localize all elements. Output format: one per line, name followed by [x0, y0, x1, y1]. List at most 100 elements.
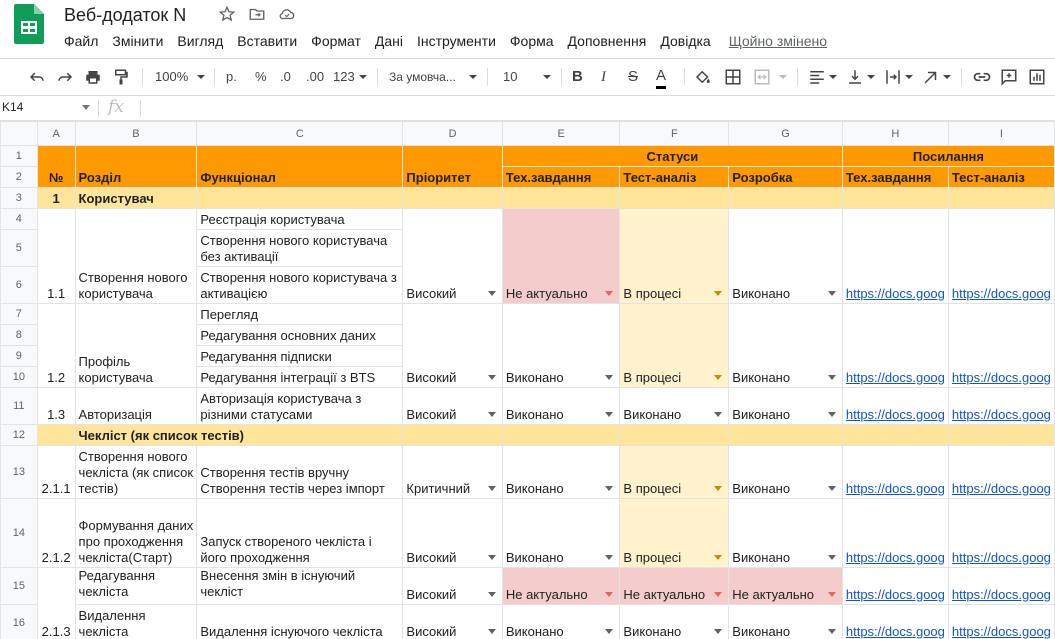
row-header[interactable]: 7 [0, 303, 38, 325]
test-status-dropdown[interactable]: В процесі [619, 303, 730, 388]
cell-section-header[interactable]: Розділ [74, 145, 198, 188]
redo-icon[interactable] [56, 67, 74, 87]
cell-number[interactable]: 2.1.2 [36, 498, 76, 568]
priority-dropdown[interactable]: Критичний [402, 445, 503, 499]
test-status-dropdown[interactable]: В процесі [619, 498, 730, 568]
cell-link-tech-header[interactable]: Тех.завдання [841, 166, 949, 188]
merge-cells-icon[interactable] [753, 67, 771, 87]
chevron-down-icon[interactable] [196, 67, 206, 87]
menu-file[interactable]: Файл [64, 33, 98, 49]
menu-insert[interactable]: Вставити [237, 33, 297, 49]
cell-functional-header[interactable]: Функціонал [196, 145, 404, 188]
row-header[interactable]: 15 [0, 567, 38, 605]
link-test[interactable]: https://docs.goog [947, 567, 1055, 605]
menu-data[interactable]: Дані [375, 33, 403, 49]
row-header[interactable]: 16 [0, 604, 38, 639]
column-header-g[interactable]: G [728, 121, 843, 146]
column-header-c[interactable]: C [196, 121, 404, 146]
cell-functional[interactable]: Реєстрація користувача [196, 208, 404, 230]
cell-number[interactable]: 1 [36, 187, 76, 209]
align-left-icon[interactable] [808, 67, 826, 87]
menu-form[interactable]: Форма [510, 33, 554, 49]
cell-functional[interactable]: Запуск створеного чекліста і його проход… [196, 498, 404, 568]
dev-status-dropdown[interactable]: Виконано [728, 303, 843, 388]
cell-dev-header[interactable]: Розробка [728, 166, 843, 188]
dev-status-dropdown[interactable]: Не актуально [728, 567, 843, 605]
insert-chart-icon[interactable] [1028, 67, 1046, 87]
cell-functional[interactable]: Створення нового користувача без активац… [196, 229, 404, 267]
test-status-dropdown[interactable]: Виконано [619, 604, 730, 639]
priority-dropdown[interactable]: Високий [402, 567, 503, 605]
row-header[interactable]: 13 [0, 445, 38, 499]
test-status-dropdown[interactable]: Виконано [619, 387, 730, 425]
link-test[interactable]: https://docs.goog [947, 498, 1055, 568]
test-status-dropdown[interactable]: Не актуально [619, 567, 730, 605]
row-header[interactable]: 3 [0, 187, 38, 209]
cell[interactable] [619, 424, 730, 446]
tech-status-dropdown[interactable]: Виконано [501, 303, 621, 388]
link-test[interactable]: https://docs.goog [947, 604, 1055, 639]
cell[interactable] [196, 187, 404, 209]
cell-tech-header[interactable]: Тех.завдання [501, 166, 621, 188]
cell-functional[interactable]: Створення тестів вручну Створення тестів… [196, 445, 404, 499]
menu-addons[interactable]: Доповнення [568, 33, 647, 49]
move-folder-icon[interactable] [248, 5, 266, 23]
row-header[interactable]: 10 [0, 366, 38, 388]
cell-number[interactable]: 2.1.1 [36, 445, 76, 499]
link-test[interactable]: https://docs.goog [947, 387, 1055, 425]
menu-format[interactable]: Формат [311, 33, 361, 49]
link-tech[interactable]: https://docs.goog [841, 445, 949, 499]
test-status-dropdown[interactable]: В процесі [619, 208, 730, 304]
link-tech[interactable]: https://docs.goog [841, 567, 949, 605]
link-test[interactable]: https://docs.goog [947, 445, 1055, 499]
tech-status-dropdown[interactable]: Виконано [501, 498, 621, 568]
column-header-b[interactable]: B [74, 121, 198, 146]
row-header[interactable]: 11 [0, 387, 38, 425]
cell-number[interactable]: 1.2 [36, 303, 76, 388]
cell-priority-header[interactable]: Пріоритет [402, 145, 503, 188]
chevron-down-icon[interactable] [828, 67, 838, 87]
row-header[interactable]: 8 [0, 324, 38, 346]
insert-comment-icon[interactable] [1000, 67, 1018, 87]
bold-button[interactable]: B [572, 67, 583, 87]
decrease-decimal-button[interactable]: .0 [280, 67, 291, 87]
column-header-f[interactable]: F [619, 121, 730, 146]
zoom-select[interactable]: 100% [155, 67, 188, 87]
cell-number[interactable]: 1.3 [36, 387, 76, 425]
chevron-down-icon[interactable] [778, 67, 788, 87]
tech-status-dropdown[interactable]: Не актуально [501, 208, 621, 304]
sheets-logo-icon[interactable] [14, 4, 44, 44]
cell-section[interactable]: Авторизація [74, 387, 198, 425]
cell[interactable] [841, 187, 949, 209]
row-header[interactable]: 4 [0, 208, 38, 230]
row-header[interactable]: 9 [0, 345, 38, 367]
link-tech[interactable]: https://docs.goog [841, 387, 949, 425]
dev-status-dropdown[interactable]: Виконано [728, 208, 843, 304]
column-header-e[interactable]: E [501, 121, 621, 146]
cell[interactable] [947, 187, 1055, 209]
saved-status[interactable]: Щойно змінено [729, 33, 827, 49]
strikethrough-button[interactable]: S [628, 67, 638, 87]
italic-button[interactable]: I [601, 67, 606, 87]
select-all-corner[interactable] [0, 121, 38, 146]
cell[interactable] [402, 187, 503, 209]
column-header-h[interactable]: H [841, 121, 949, 146]
cell-section[interactable]: Формування даних про проходження чекліст… [74, 498, 198, 568]
chevron-down-icon[interactable] [904, 67, 914, 87]
text-wrap-icon[interactable] [884, 67, 902, 87]
cell-number-header[interactable]: № [36, 145, 76, 188]
cell-functional[interactable]: Редагування підписки [196, 345, 404, 367]
column-header-a[interactable]: A [36, 121, 76, 146]
priority-dropdown[interactable]: Високий [402, 208, 503, 304]
text-rotation-icon[interactable] [922, 67, 940, 87]
priority-dropdown[interactable]: Високий [402, 303, 503, 388]
insert-link-icon[interactable] [972, 67, 992, 87]
link-tech[interactable]: https://docs.goog [841, 208, 949, 304]
chevron-down-icon[interactable] [82, 105, 90, 111]
cell-functional[interactable]: Перегляд [196, 303, 404, 325]
star-icon[interactable] [218, 5, 236, 23]
priority-dropdown[interactable]: Високий [402, 498, 503, 568]
currency-format-button[interactable]: р. [226, 67, 237, 87]
cell-number[interactable]: 2.1.3 [36, 567, 76, 639]
cell-functional[interactable]: Редагування інтеграції з BTS [196, 366, 404, 388]
